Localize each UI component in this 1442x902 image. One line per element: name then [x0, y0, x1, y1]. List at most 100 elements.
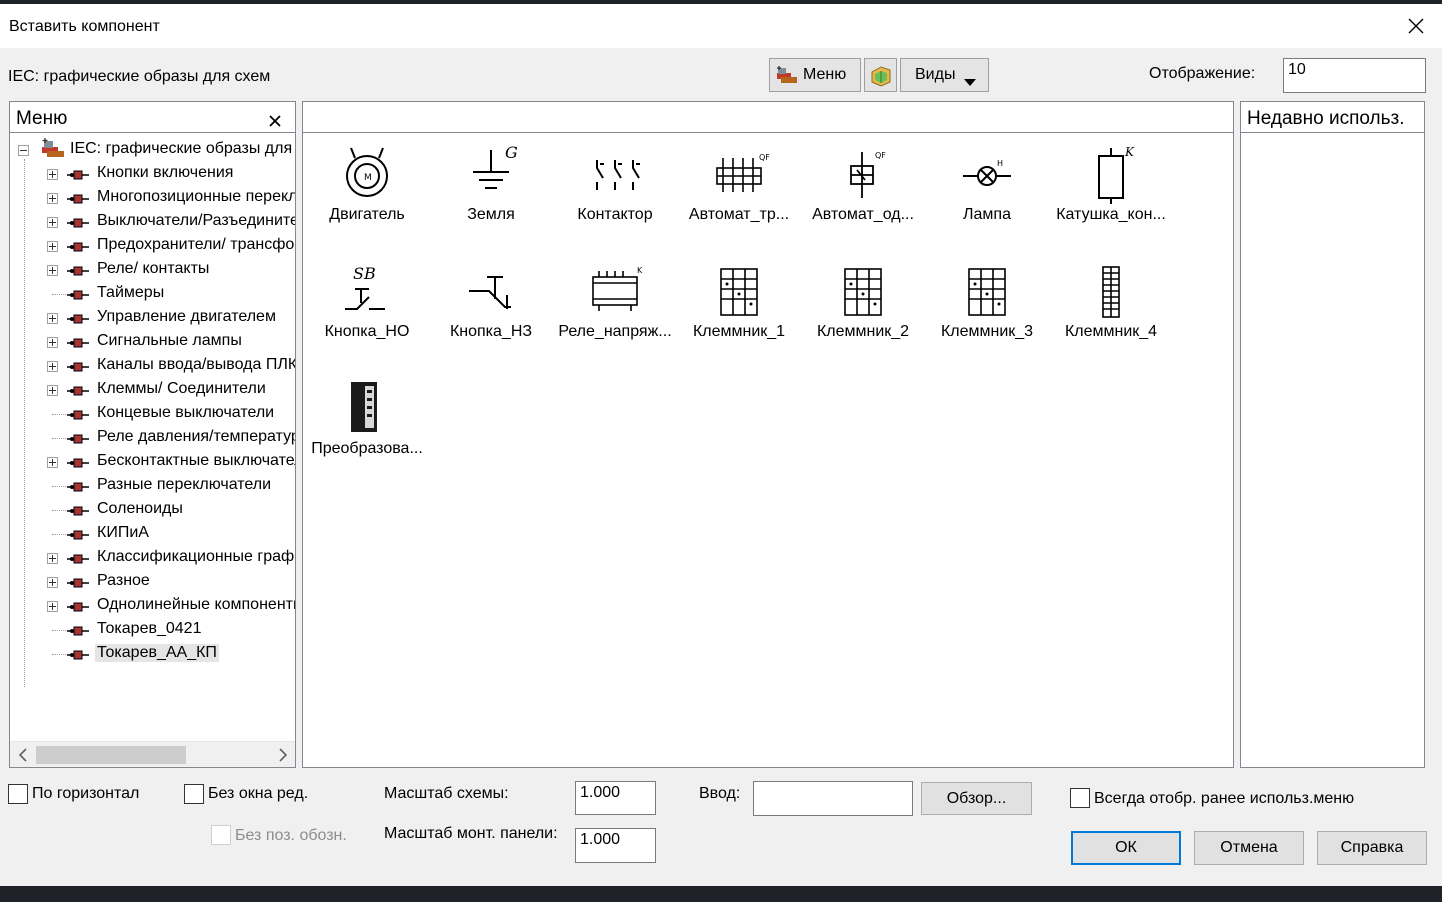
- browse-button[interactable]: Обзор...: [921, 782, 1032, 815]
- tree-item[interactable]: Клеммы/ Соединители: [10, 378, 295, 402]
- chevron-down-icon: [964, 73, 976, 86]
- tree-item[interactable]: Реле давления/температуры: [10, 426, 295, 450]
- no-position-checkbox[interactable]: [211, 825, 231, 845]
- svg-text:K: K: [1124, 145, 1135, 159]
- expand-icon[interactable]: [47, 241, 58, 252]
- tree-item-label: Реле/ контакты: [97, 260, 210, 277]
- component-group-icon: [67, 288, 89, 300]
- expand-icon[interactable]: [47, 337, 58, 348]
- component-item[interactable]: K Катушка_кон...: [1049, 138, 1173, 255]
- tree-item[interactable]: Однолинейные компоненты: [10, 594, 295, 618]
- always-show-checkbox[interactable]: [1070, 788, 1090, 808]
- expand-icon[interactable]: [47, 457, 58, 468]
- tree-item[interactable]: Токарев_0421: [10, 618, 295, 642]
- expand-icon[interactable]: [47, 265, 58, 276]
- component-item[interactable]: Клеммник_2: [801, 255, 925, 372]
- tree-item[interactable]: Сигнальные лампы: [10, 330, 295, 354]
- tree-item[interactable]: Разные переключатели: [10, 474, 295, 498]
- component-item[interactable]: Клеммник_3: [925, 255, 1049, 372]
- expand-icon[interactable]: [47, 313, 58, 324]
- component-item[interactable]: QF Автомат_од...: [801, 138, 925, 255]
- tree-item[interactable]: Многопозиционные переключатели: [10, 186, 295, 210]
- views-dropdown[interactable]: Виды: [900, 58, 989, 92]
- panel-scale-input[interactable]: 1.000: [575, 828, 656, 863]
- input-label: Ввод:: [699, 785, 741, 802]
- tree-item[interactable]: Соленоиды: [10, 498, 295, 522]
- display-count-input[interactable]: 10: [1283, 58, 1426, 93]
- tree-item[interactable]: Кнопки включения: [10, 162, 295, 186]
- menu-panel: Меню IEC: графические образы для схем: [9, 101, 296, 768]
- breaker-3p-icon: QF: [707, 142, 771, 206]
- tree-item[interactable]: Управление двигателем: [10, 306, 295, 330]
- component-group-icon: [67, 552, 89, 564]
- tree-item[interactable]: Выключатели/Разъединители: [10, 210, 295, 234]
- tree-item[interactable]: Каналы ввода/вывода ПЛК: [10, 354, 295, 378]
- component-item[interactable]: Преобразова...: [305, 372, 429, 489]
- tree-item[interactable]: КИПиА: [10, 522, 295, 546]
- insert-component-dialog: Вставить компонент IEC: графические обра…: [0, 4, 1442, 886]
- tree-item-label: Классификационные графические: [97, 548, 295, 565]
- expand-icon[interactable]: [47, 601, 58, 612]
- component-item[interactable]: G Земля: [429, 138, 553, 255]
- expand-icon[interactable]: [47, 193, 58, 204]
- component-item[interactable]: M Двигатель: [305, 138, 429, 255]
- component-item[interactable]: H Лампа: [925, 138, 1049, 255]
- menu-tree: IEC: графические образы для схем Кнопки …: [10, 135, 295, 739]
- components-panel-header: [303, 102, 1233, 133]
- svg-text:G: G: [505, 143, 518, 162]
- expand-icon[interactable]: [47, 217, 58, 228]
- close-panel-icon[interactable]: [269, 111, 281, 127]
- component-item[interactable]: K Реле_напряж...: [553, 255, 677, 372]
- component-item[interactable]: Клеммник_4: [1049, 255, 1173, 372]
- component-item[interactable]: Кнопка_НЗ: [429, 255, 553, 372]
- horizontal-checkbox[interactable]: [8, 784, 28, 804]
- contactor-icon: [583, 142, 647, 206]
- component-item[interactable]: Контактор: [553, 138, 677, 255]
- component-item[interactable]: SB Кнопка_НО: [305, 255, 429, 372]
- scheme-scale-input[interactable]: 1.000: [575, 781, 656, 815]
- component-group-icon: [67, 480, 89, 492]
- component-label: Автомат_од...: [812, 206, 914, 223]
- tree-item-label: Таймеры: [97, 284, 165, 301]
- tree-connector: [52, 510, 66, 511]
- cancel-button[interactable]: Отмена: [1194, 831, 1304, 865]
- expand-icon[interactable]: [47, 385, 58, 396]
- scroll-left-icon[interactable]: [16, 747, 30, 763]
- expand-icon[interactable]: [47, 553, 58, 564]
- terminal-strip-icon: [1079, 259, 1143, 323]
- expand-icon[interactable]: [47, 361, 58, 372]
- tree-item[interactable]: Таймеры: [10, 282, 295, 306]
- input-field[interactable]: [753, 781, 913, 816]
- scroll-right-icon[interactable]: [276, 747, 290, 763]
- tree-item[interactable]: Реле/ контакты: [10, 258, 295, 282]
- menu-panel-title: Меню: [16, 108, 68, 129]
- menu-panel-header: Меню: [10, 102, 295, 133]
- ok-button[interactable]: ОК: [1071, 831, 1181, 865]
- no-edit-window-checkbox[interactable]: [184, 784, 204, 804]
- views-label: Виды: [915, 66, 956, 83]
- component-item[interactable]: Клеммник_1: [677, 255, 801, 372]
- component-group-icon: [67, 624, 89, 636]
- menu-button[interactable]: Меню: [769, 58, 861, 92]
- component-label: Автомат_тр...: [688, 206, 790, 223]
- library-browse-button[interactable]: [864, 58, 897, 92]
- tree-item[interactable]: Токарев_АА_КП: [10, 642, 295, 666]
- tree-item[interactable]: Классификационные графические: [10, 546, 295, 570]
- close-icon[interactable]: [1401, 12, 1431, 42]
- component-item[interactable]: QF Автомат_тр...: [677, 138, 801, 255]
- tree-item[interactable]: Предохранители/ трансформаторы: [10, 234, 295, 258]
- help-button[interactable]: Справка: [1317, 831, 1427, 865]
- tree-connector: [52, 438, 66, 439]
- tree-item[interactable]: Бесконтактные выключатели: [10, 450, 295, 474]
- tree-item[interactable]: Разное: [10, 570, 295, 594]
- expand-icon[interactable]: [47, 169, 58, 180]
- collapse-icon[interactable]: [18, 145, 29, 156]
- horizontal-scrollbar[interactable]: [10, 741, 295, 767]
- tree-item[interactable]: Концевые выключатели: [10, 402, 295, 426]
- scrollbar-thumb[interactable]: [36, 746, 186, 764]
- tree-connector: [52, 294, 66, 295]
- expand-icon[interactable]: [47, 577, 58, 588]
- component-label: Клеммник_3: [940, 323, 1034, 340]
- component-group-icon: [67, 432, 89, 444]
- terminal-block-icon: [707, 259, 771, 323]
